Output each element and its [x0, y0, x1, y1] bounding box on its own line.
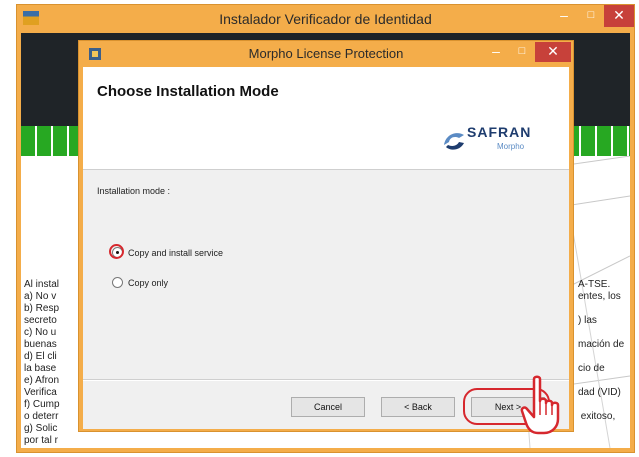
option-label: Copy and install service: [128, 248, 224, 258]
installation-mode-label: Installation mode :: [97, 186, 171, 196]
radio-button[interactable]: [112, 277, 123, 288]
dialog-header: Choose Installation Mode SAFRAN Morpho: [83, 67, 569, 170]
license-dialog: Morpho License Protection – □ ✕ Choose I…: [78, 40, 574, 432]
dialog-close-button[interactable]: ✕: [535, 42, 571, 62]
outer-maximize-button[interactable]: □: [578, 5, 604, 27]
dialog-client: Choose Installation Mode SAFRAN Morpho I…: [83, 67, 569, 429]
dialog-minimize-button[interactable]: –: [482, 41, 510, 63]
outer-minimize-button[interactable]: –: [550, 5, 578, 27]
pointer-hand-icon: [520, 375, 560, 435]
morpho-logo-text: Morpho: [497, 142, 525, 151]
back-button[interactable]: < Back: [381, 397, 455, 417]
outer-close-button[interactable]: ✕: [604, 5, 634, 27]
outer-window-title: Instalador Verificador de Identidad: [219, 11, 432, 27]
safran-logo-text: SAFRAN: [467, 124, 532, 140]
footer-divider: [83, 379, 569, 381]
background-text-left: Al instal a) No v b) Resp secreto c) No …: [24, 279, 60, 446]
dialog-maximize-button[interactable]: □: [510, 41, 534, 63]
background-text-right: A-TSE. entes, los ) las mación de cio de…: [578, 279, 625, 422]
highlight-circle: [109, 244, 124, 259]
option-label: Copy only: [128, 278, 169, 288]
page-title: Choose Installation Mode: [97, 83, 279, 100]
cancel-button[interactable]: Cancel: [291, 397, 365, 417]
